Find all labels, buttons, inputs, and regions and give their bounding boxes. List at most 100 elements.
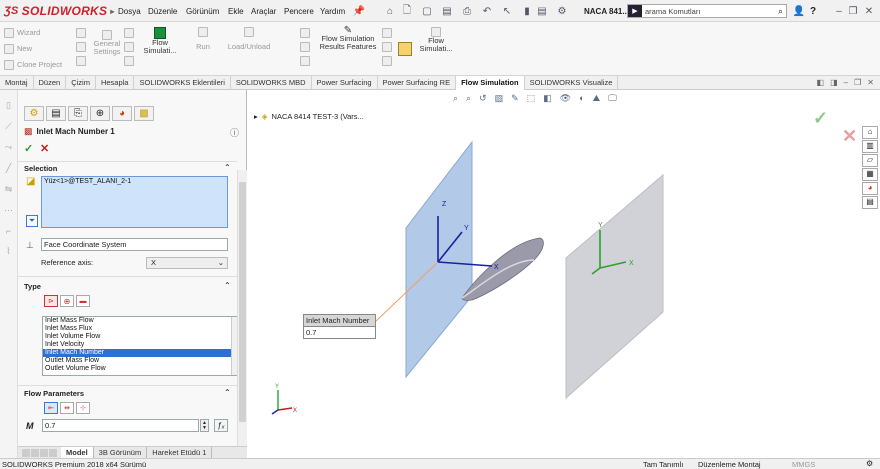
pin-icon[interactable]: 📌 [352, 4, 366, 18]
mirror-icon[interactable]: ⇋ [5, 184, 13, 195]
graphics-area[interactable]: ⌕ ⌕ ↺ ▧ ✎ ⬚ ◧ 👁 ◐ ⛰ 🖵 ▸ ◈ NACA 8414 TEST… [248, 90, 880, 458]
list-item[interactable]: Inlet Velocity [43, 341, 242, 349]
list-item[interactable]: Inlet Mass Flux [43, 325, 242, 333]
small-tool-icon[interactable] [124, 42, 134, 52]
collapse-flow-params-icon[interactable]: ⌃ [224, 388, 231, 397]
nav-last-icon[interactable] [49, 448, 57, 457]
flow-sim-tab[interactable]: ▩ [134, 106, 154, 121]
tab-hareket-etudu[interactable]: Hareket Etüdü 1 [147, 446, 213, 459]
smart-dim-icon[interactable]: ⌐ [6, 226, 11, 236]
small-tool-icon[interactable] [76, 28, 86, 38]
pane-right-icon[interactable]: ◨ [830, 78, 838, 87]
nav-first-icon[interactable] [22, 448, 30, 457]
reference-triad[interactable]: Y X [271, 384, 297, 415]
file-props-icon[interactable]: ▤ [535, 4, 549, 18]
tab-montaj[interactable]: Montaj [0, 75, 34, 90]
small-tool-icon[interactable] [124, 56, 134, 66]
new-button[interactable]: New [4, 42, 32, 55]
window-close-icon[interactable]: ✕ [867, 78, 874, 87]
probe-icon[interactable] [398, 42, 412, 56]
list-item[interactable]: Outlet Mass Flow [43, 357, 242, 365]
menu-ekle[interactable]: Ekle [228, 4, 244, 18]
feature-manager-tab[interactable]: ⚙ [24, 106, 44, 121]
mach-number-spinner[interactable]: ▲ ▼ [200, 419, 209, 432]
selected-face-item[interactable]: Yüz<1>@TEST_ALANI_2-1 [42, 177, 227, 185]
rebuild-icon[interactable]: ▮ [520, 4, 534, 18]
list-item[interactable]: Inlet Volume Flow [43, 333, 242, 341]
flow-simulation-2-button[interactable]: Flow Simulati... [418, 27, 454, 53]
cancel-button[interactable]: ✕ [40, 142, 49, 155]
status-settings-icon[interactable]: ⚙ [866, 459, 873, 468]
nav-prev-icon[interactable] [31, 448, 39, 457]
select-icon[interactable]: ↖ [500, 4, 514, 18]
tab-duzen[interactable]: Düzen [34, 75, 67, 90]
tab-model[interactable]: Model [61, 446, 94, 459]
tab-power-surfacing[interactable]: Power Surfacing [312, 75, 378, 90]
small-tool-icon[interactable] [382, 56, 392, 66]
type-list[interactable]: Inlet Mass Flow Inlet Mass Flux Inlet Vo… [42, 316, 243, 376]
function-icon[interactable]: ƒₓ [214, 419, 228, 432]
tab-3d-gorunum[interactable]: 3B Görünüm [94, 446, 148, 459]
collapse-selection-icon[interactable]: ⌃ [224, 163, 231, 172]
small-tool-icon[interactable] [76, 56, 86, 66]
tab-flow-simulation[interactable]: Flow Simulation [456, 75, 525, 90]
tab-hesapla[interactable]: Hesapla [96, 75, 135, 90]
selection-list[interactable]: Yüz<1>@TEST_ALANI_2-1 [41, 176, 228, 228]
menu-yardim[interactable]: Yardım [320, 4, 345, 18]
flow-sim-results-button[interactable]: ✎ Flow Simulation Results Features [318, 26, 378, 51]
sketch-icon[interactable]: ▯ [6, 100, 11, 111]
general-settings-button[interactable]: General Settings [92, 30, 122, 56]
tab-power-surfacing-re[interactable]: Power Surfacing RE [378, 75, 457, 90]
clone-project-button[interactable]: Clone Project [4, 58, 62, 71]
user-icon[interactable]: 👤 [792, 4, 806, 18]
menu-pencere[interactable]: Pencere [284, 4, 314, 18]
tab-solidworks-eklentileri[interactable]: SOLIDWORKS Eklentileri [134, 75, 231, 90]
tab-solidworks-visualize[interactable]: SOLIDWORKS Visualize [525, 75, 619, 90]
ok-button[interactable]: ✓ [24, 142, 33, 155]
status-units[interactable]: MMGS [792, 460, 815, 469]
small-tool-icon[interactable] [382, 28, 392, 38]
solidworks-logo[interactable]: ƷS SOLIDWORKS ▸ [4, 3, 115, 19]
relation-icon[interactable]: ⤳ [5, 142, 12, 153]
wall-icon[interactable]: ▬ [76, 295, 90, 307]
small-tool-icon[interactable] [382, 42, 392, 52]
search-box[interactable]: ▶ arama Komutları ⌕ [627, 4, 787, 18]
list-item-selected[interactable]: Inlet Mach Number [43, 349, 242, 357]
window-restore-icon[interactable]: ❐ [854, 78, 861, 87]
pm-scrollbar[interactable] [237, 170, 247, 446]
small-tool-icon[interactable] [300, 56, 310, 66]
tab-cizim[interactable]: Çizim [66, 75, 96, 90]
trim-icon[interactable]: ⌇ [6, 246, 10, 257]
help-button[interactable]: ? [810, 4, 816, 18]
open-icon[interactable]: ▢ [420, 4, 434, 18]
outlet-plane[interactable] [565, 173, 664, 400]
search-icon[interactable]: ⌕ [778, 6, 783, 17]
pressure-openings-icon[interactable]: ⊕ [60, 295, 74, 307]
property-manager-tab[interactable]: ▤ [46, 106, 66, 121]
flow-simulation-button[interactable]: Flow Simulati... [142, 27, 178, 55]
filter-icon[interactable]: ⏷ [26, 215, 38, 227]
display-manager-tab[interactable]: ◕ [112, 106, 132, 121]
menu-araclar[interactable]: Araçlar [251, 4, 276, 18]
airfoil-body[interactable] [461, 237, 544, 301]
normal-to-face-icon[interactable]: ⇤ [44, 402, 58, 414]
mach-number-input[interactable]: 0.7 [42, 419, 199, 432]
run-button[interactable]: Run [188, 27, 218, 51]
wizard-button[interactable]: Wizard [4, 26, 40, 39]
load-unload-button[interactable]: Load/Unload [224, 27, 274, 51]
dimxpert-tab[interactable]: ⊕ [90, 106, 110, 121]
3d-vector-icon[interactable]: ⊹ [76, 402, 90, 414]
small-tool-icon[interactable] [76, 42, 86, 52]
menu-duzenle[interactable]: Düzenle [148, 4, 177, 18]
new-doc-icon[interactable]: 🗋 [400, 4, 414, 18]
list-item[interactable]: Inlet Mass Flow [43, 317, 242, 325]
gear-icon[interactable]: ⚙ [555, 4, 569, 18]
pm-scroll-thumb[interactable] [239, 182, 246, 422]
configuration-manager-tab[interactable]: ⎘ [68, 106, 88, 121]
flow-openings-icon[interactable]: ⊳ [44, 295, 58, 307]
reference-axis-select[interactable]: X ⌄ [146, 257, 228, 269]
tab-solidworks-mbd[interactable]: SOLIDWORKS MBD [231, 75, 312, 90]
menu-gorunum[interactable]: Görünüm [186, 4, 219, 18]
minimize-icon[interactable]: – [832, 4, 846, 18]
inlet-mach-callout[interactable]: Inlet Mach Number 0.7 [303, 314, 376, 339]
